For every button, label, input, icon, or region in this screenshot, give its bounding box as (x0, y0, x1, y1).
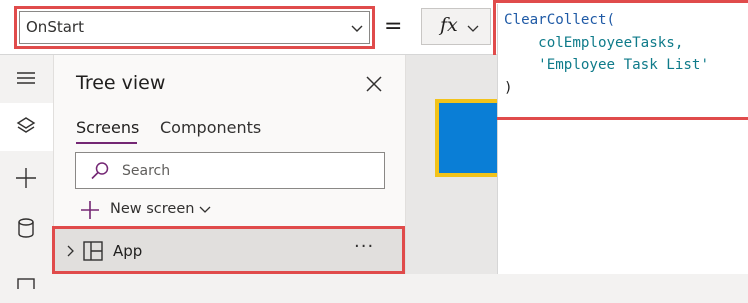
new-screen-label: New screen (110, 201, 195, 217)
search-input[interactable] (120, 159, 374, 183)
media-icon (17, 278, 35, 289)
highlight-box-property (14, 6, 375, 49)
fx-icon: fx (440, 14, 458, 36)
tab-components[interactable]: Components (160, 118, 261, 137)
left-rail (0, 55, 54, 289)
close-icon[interactable] (364, 74, 384, 94)
tree-view-button[interactable] (0, 103, 53, 151)
canvas-area[interactable] (406, 55, 497, 274)
canvas-screen[interactable] (435, 99, 497, 177)
chevron-down-icon (199, 206, 211, 213)
search-box[interactable] (75, 152, 385, 189)
fx-button[interactable]: fx (421, 8, 491, 45)
hamburger-button[interactable] (0, 55, 53, 103)
layers-icon (16, 117, 36, 133)
media-button[interactable] (0, 255, 53, 303)
data-button[interactable] (0, 205, 53, 253)
tab-screens[interactable]: Screens (76, 118, 139, 137)
highlight-box-formula (493, 0, 748, 120)
plus-icon (81, 201, 99, 219)
panel-title: Tree view (76, 72, 166, 94)
insert-button[interactable] (0, 155, 53, 203)
chevron-down-icon (467, 25, 479, 32)
hamburger-icon (17, 72, 35, 84)
database-icon (18, 218, 34, 238)
plus-icon (16, 168, 36, 188)
equals-sign: = (384, 14, 403, 39)
highlight-box-app (52, 226, 405, 274)
search-icon (91, 162, 109, 180)
active-tab-indicator (76, 142, 137, 144)
